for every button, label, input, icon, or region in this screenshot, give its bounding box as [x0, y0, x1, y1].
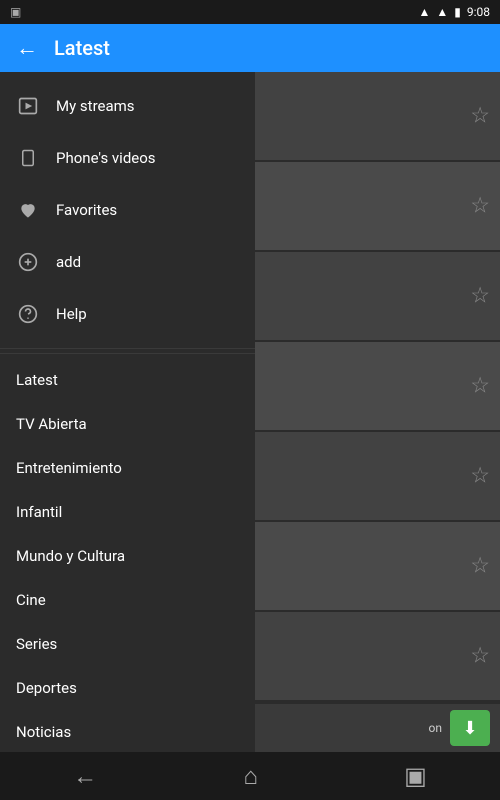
- content-row-4: ☆: [255, 342, 500, 432]
- sidebar-item-series[interactable]: Series: [0, 622, 255, 666]
- time-display: 9:08: [467, 5, 490, 19]
- download-label: on: [429, 721, 442, 735]
- favorite-star-7[interactable]: ☆: [470, 644, 490, 669]
- signal-icon: ▲: [436, 5, 448, 19]
- noticias-nav-label: Noticias: [16, 723, 71, 741]
- add-circle-icon: [16, 250, 40, 274]
- sidebar-item-mundo-y-cultura[interactable]: Mundo y Cultura: [0, 534, 255, 578]
- status-right: ▲ ▲ ▮ 9:08: [418, 5, 490, 19]
- favorite-star-4[interactable]: ☆: [470, 374, 490, 399]
- favorites-label: Favorites: [56, 201, 117, 219]
- status-left: ▣: [10, 5, 21, 19]
- sidebar-divider: [0, 353, 255, 354]
- sidebar-item-cine[interactable]: Cine: [0, 578, 255, 622]
- series-nav-label: Series: [16, 635, 57, 653]
- content-row-3: ☆: [255, 252, 500, 342]
- favorite-star-3[interactable]: ☆: [470, 284, 490, 309]
- screen-cast-icon: ▣: [10, 5, 21, 19]
- content-row-2: ☆: [255, 162, 500, 252]
- content-row-6: ☆: [255, 522, 500, 612]
- phone-icon: [16, 146, 40, 170]
- tv-abierta-nav-label: TV Abierta: [16, 415, 87, 433]
- sidebar-item-add[interactable]: add: [0, 236, 255, 288]
- battery-icon: ▮: [454, 5, 461, 19]
- last-row: on ⬇: [255, 702, 500, 752]
- sidebar-item-infantil[interactable]: Infantil: [0, 490, 255, 534]
- sidebar-item-deportes[interactable]: Deportes: [0, 666, 255, 710]
- sidebar-item-favorites[interactable]: Favorites: [0, 184, 255, 236]
- phones-videos-label: Phone's videos: [56, 149, 156, 167]
- cine-nav-label: Cine: [16, 591, 46, 609]
- back-button[interactable]: ←: [16, 35, 38, 61]
- entretenimiento-nav-label: Entretenimiento: [16, 459, 122, 477]
- favorite-star-6[interactable]: ☆: [470, 554, 490, 579]
- favorite-star-5[interactable]: ☆: [470, 464, 490, 489]
- sidebar-item-latest[interactable]: Latest: [0, 358, 255, 402]
- sidebar-item-help[interactable]: Help: [0, 288, 255, 340]
- main-panel: ☆ ☆ ☆ ☆ ☆ ☆ ☆ on ⬇: [255, 72, 500, 752]
- content-row-1: ☆: [255, 72, 500, 162]
- content-row-7: ☆: [255, 612, 500, 702]
- favorite-star-2[interactable]: ☆: [470, 194, 490, 219]
- nav-bar: ← ⌂ ▣: [0, 752, 500, 800]
- mundo-y-cultura-nav-label: Mundo y Cultura: [16, 547, 125, 565]
- deportes-nav-label: Deportes: [16, 679, 77, 697]
- infantil-nav-label: Infantil: [16, 503, 62, 521]
- sidebar-item-noticias[interactable]: Noticias: [0, 710, 255, 752]
- toolbar: ← Latest: [0, 24, 500, 72]
- latest-nav-label: Latest: [16, 371, 58, 389]
- favorite-star-1[interactable]: ☆: [470, 104, 490, 129]
- sidebar: My streams Phone's videos Favorites: [0, 72, 255, 752]
- toolbar-title: Latest: [54, 36, 110, 60]
- content-area: My streams Phone's videos Favorites: [0, 72, 500, 752]
- recents-nav-button[interactable]: ▣: [384, 754, 447, 798]
- play-box-icon: [16, 94, 40, 118]
- sidebar-item-phones-videos[interactable]: Phone's videos: [0, 132, 255, 184]
- sidebar-item-entretenimiento[interactable]: Entretenimiento: [0, 446, 255, 490]
- my-streams-label: My streams: [56, 97, 135, 115]
- back-nav-button[interactable]: ←: [53, 754, 117, 799]
- help-label: Help: [56, 305, 87, 323]
- status-bar: ▣ ▲ ▲ ▮ 9:08: [0, 0, 500, 24]
- wifi-icon: ▲: [418, 5, 430, 19]
- sidebar-item-tv-abierta[interactable]: TV Abierta: [0, 402, 255, 446]
- heart-icon: [16, 198, 40, 222]
- sidebar-top-section: My streams Phone's videos Favorites: [0, 72, 255, 349]
- content-row-5: ☆: [255, 432, 500, 522]
- add-label: add: [56, 253, 81, 271]
- download-icon: ⬇: [462, 718, 477, 739]
- download-button[interactable]: ⬇: [450, 710, 490, 746]
- home-nav-button[interactable]: ⌂: [223, 754, 278, 799]
- help-circle-icon: [16, 302, 40, 326]
- sidebar-item-my-streams[interactable]: My streams: [0, 80, 255, 132]
